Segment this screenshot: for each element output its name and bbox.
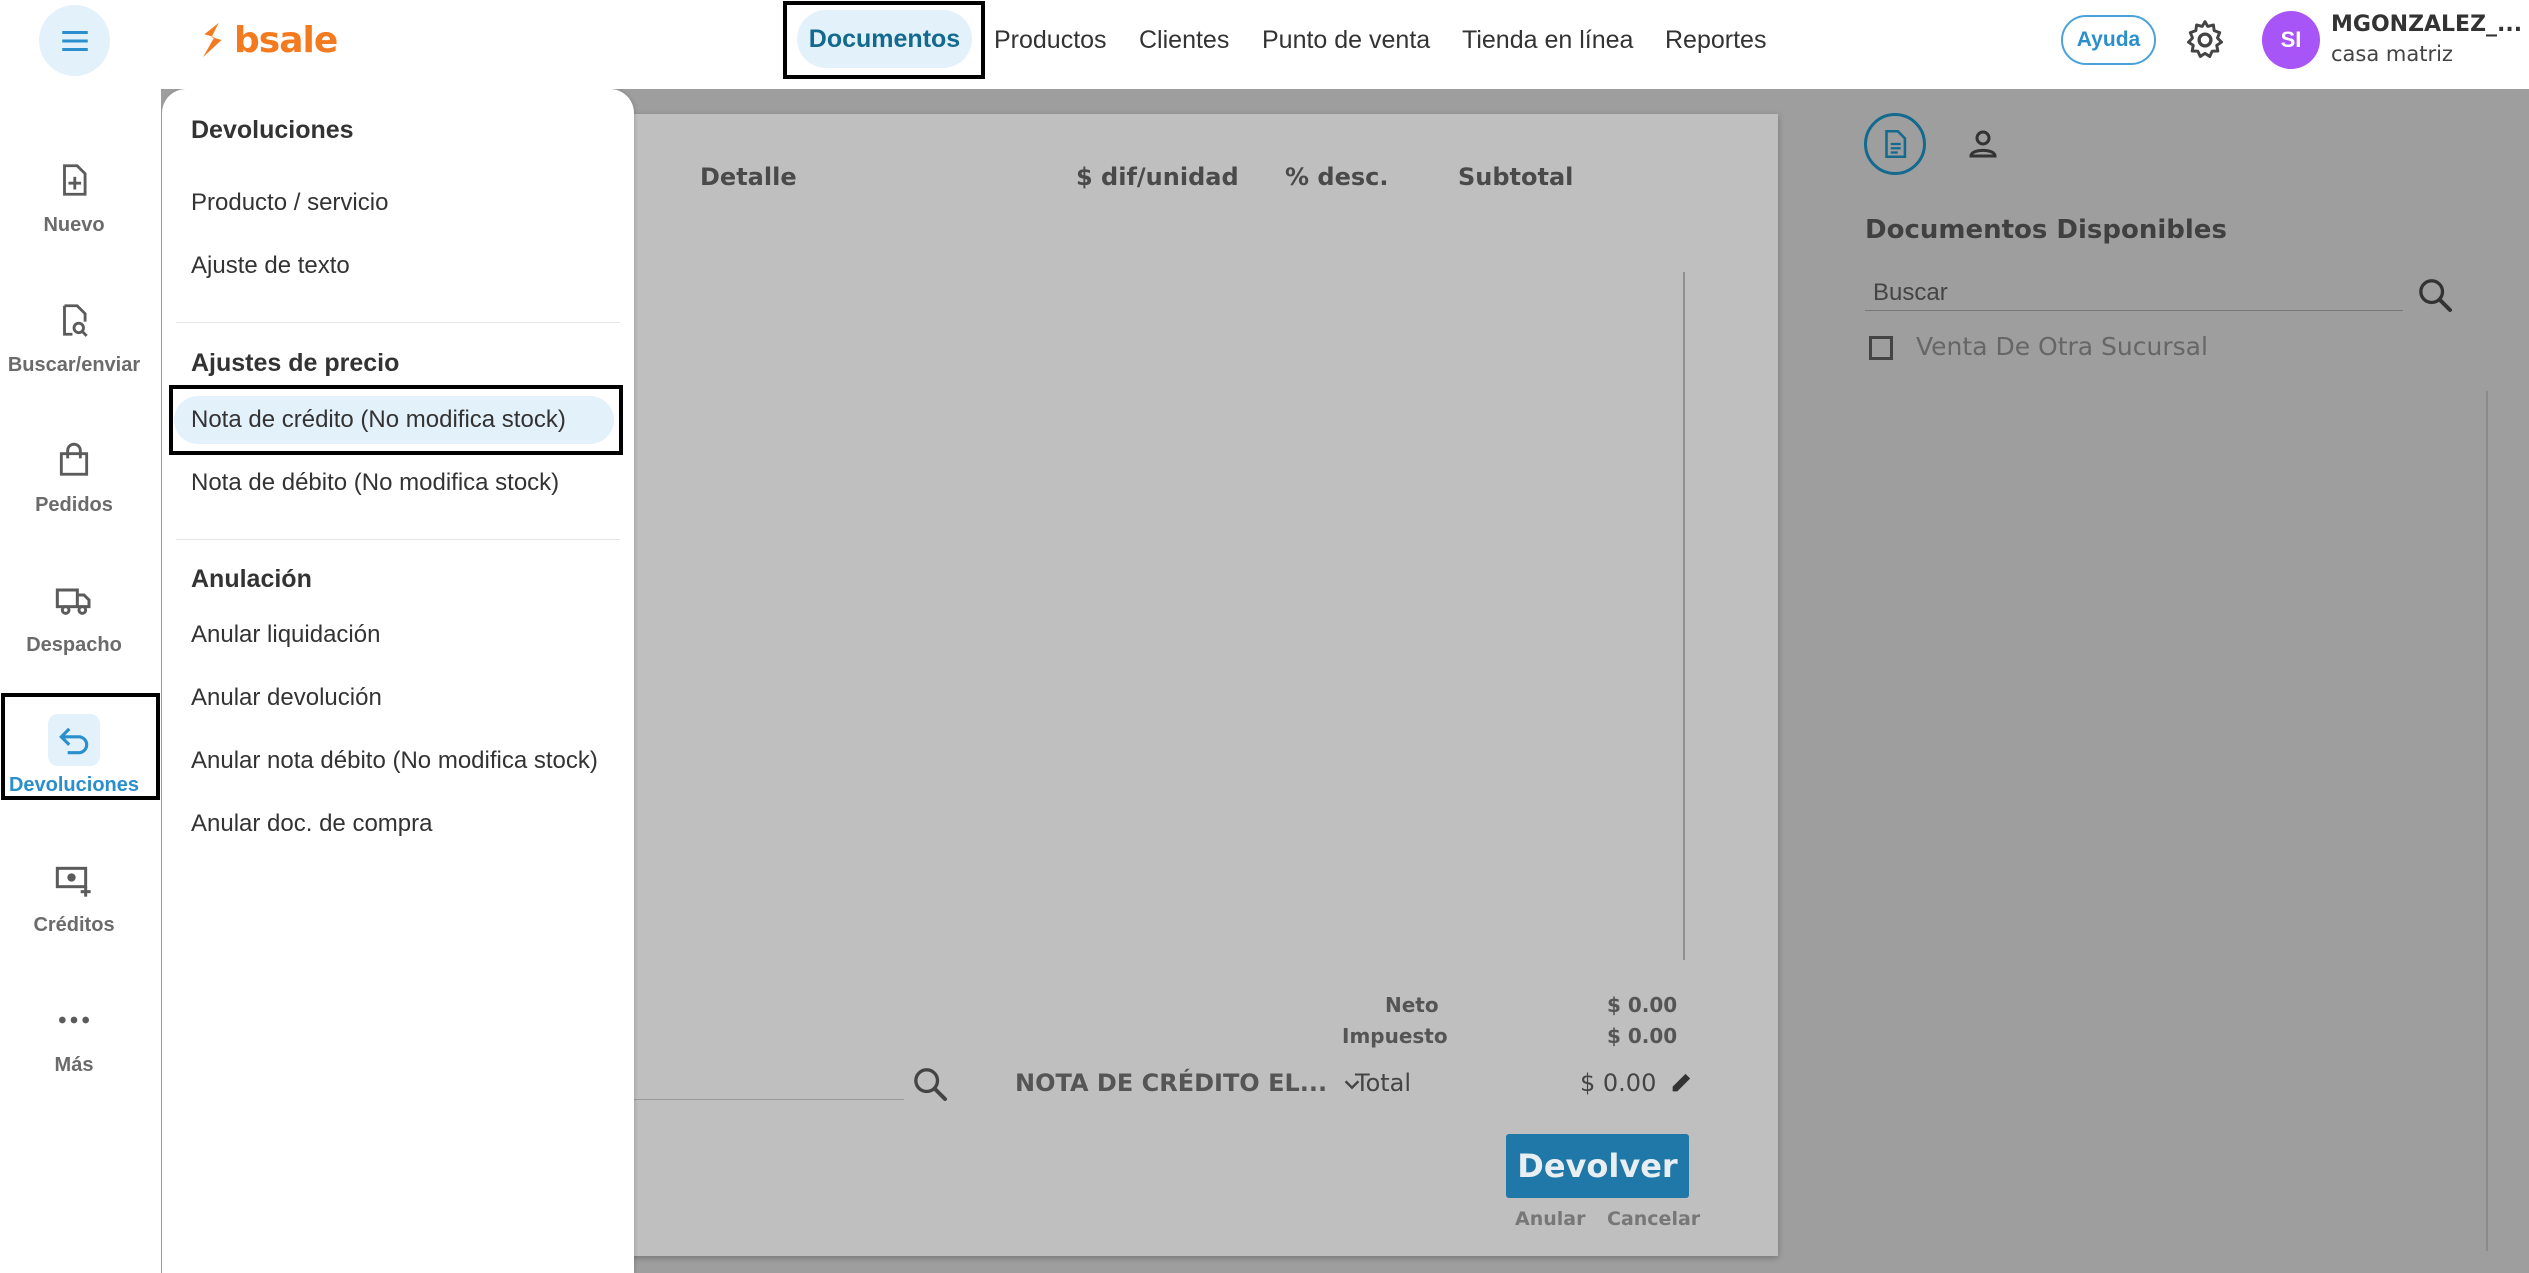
- document-icon: [1885, 129, 1907, 159]
- sidebar-item-label: Nuevo: [43, 214, 105, 236]
- total-value: $ 0.00: [1580, 1069, 1657, 1097]
- menu-item-anular-doc-compra[interactable]: Anular doc. de compra: [191, 800, 432, 848]
- client-search-input[interactable]: [632, 1099, 904, 1100]
- sidebar-item-nuevo[interactable]: Nuevo: [0, 144, 148, 264]
- sidebar-item-label: Buscar/enviar: [7, 354, 141, 376]
- tab-client[interactable]: [1957, 118, 2009, 170]
- column-header-subtotal: Subtotal: [1458, 163, 1574, 191]
- shopping-bag-icon: [59, 442, 89, 476]
- truck-icon: [55, 588, 91, 615]
- sidebar-item-label: Devoluciones: [8, 774, 140, 796]
- help-button[interactable]: Ayuda: [2061, 15, 2156, 65]
- other-branch-label: Venta De Otra Sucursal: [1916, 332, 2208, 361]
- menu-item-nota-credito[interactable]: Nota de crédito (No modifica stock): [174, 396, 614, 444]
- menu-item-nota-debito[interactable]: Nota de débito (No modifica stock): [191, 459, 559, 507]
- section-title-anulacion: Anulación: [191, 565, 312, 593]
- menu-button[interactable]: [39, 5, 110, 76]
- pencil-icon[interactable]: [1668, 1068, 1696, 1096]
- menu-item-anular-devolucion[interactable]: Anular devolución: [191, 674, 382, 722]
- file-plus-icon: [63, 164, 87, 196]
- table-divider: [1683, 272, 1685, 960]
- hamburger-icon: [61, 30, 88, 51]
- devoluciones-dropdown: Devoluciones Producto / servicio Ajuste …: [162, 89, 634, 1273]
- neto-label: Neto: [1385, 993, 1439, 1017]
- anular-link[interactable]: Anular: [1515, 1208, 1585, 1230]
- document-type-label: NOTA DE CRÉDITO EL...: [1015, 1069, 1328, 1097]
- divider: [176, 539, 620, 540]
- tab-clientes[interactable]: Clientes: [1139, 20, 1229, 60]
- column-header-dif-unidad: $ dif/unidad: [1076, 163, 1239, 191]
- menu-item-producto-servicio[interactable]: Producto / servicio: [191, 179, 388, 227]
- sidebar-item-creditos[interactable]: Créditos: [0, 844, 148, 964]
- menu-item-ajuste-texto[interactable]: Ajuste de texto: [191, 242, 350, 290]
- section-title-ajustes-precio: Ajustes de precio: [191, 349, 400, 377]
- tab-productos[interactable]: Productos: [994, 20, 1107, 60]
- person-icon: [1969, 130, 1997, 158]
- user-branch: casa matriz: [2331, 42, 2453, 66]
- other-branch-checkbox[interactable]: [1869, 336, 1893, 360]
- top-header: bsale Documentos Productos Clientes Punt…: [0, 0, 2529, 89]
- search-icon[interactable]: [910, 1064, 950, 1104]
- tab-punto-de-venta[interactable]: Punto de venta: [1262, 20, 1430, 60]
- sidebar-item-mas[interactable]: Más: [0, 984, 148, 1104]
- gear-icon[interactable]: [2183, 18, 2227, 62]
- user-name[interactable]: MGONZALEZ_...: [2331, 12, 2522, 37]
- sidebar-item-label: Despacho: [26, 634, 122, 656]
- tab-documentos[interactable]: Documentos: [797, 10, 972, 68]
- search-icon[interactable]: [2415, 275, 2455, 315]
- tab-reportes[interactable]: Reportes: [1665, 20, 1766, 60]
- file-search-icon: [63, 304, 88, 337]
- sidebar-item-label: Créditos: [33, 914, 115, 936]
- column-header-detalle: Detalle: [700, 163, 797, 191]
- bsale-logo-icon: [203, 22, 222, 58]
- scrollbar-track[interactable]: [2486, 391, 2488, 1251]
- cash-plus-icon: [55, 866, 91, 897]
- available-documents-title: Documentos Disponibles: [1865, 215, 2227, 245]
- devolver-button[interactable]: Devolver: [1506, 1134, 1689, 1198]
- impuesto-label: Impuesto: [1342, 1024, 1448, 1048]
- return-arrow-icon: [59, 727, 89, 755]
- sidebar-item-label: Más: [54, 1054, 94, 1076]
- tab-documents[interactable]: [1864, 113, 1926, 175]
- sidebar-item-despacho[interactable]: Despacho: [0, 564, 148, 684]
- document-type-select[interactable]: NOTA DE CRÉDITO EL...: [1015, 1069, 1363, 1097]
- sidebar-item-label: Pedidos: [35, 494, 113, 516]
- menu-item-anular-liquidacion[interactable]: Anular liquidación: [191, 611, 380, 659]
- documents-search-input[interactable]: Buscar: [1865, 275, 2403, 311]
- impuesto-value: $ 0.00: [1607, 1024, 1678, 1048]
- divider: [176, 322, 620, 323]
- brand-name: bsale: [234, 19, 338, 61]
- more-dots-icon: [59, 1016, 89, 1024]
- section-title-devoluciones: Devoluciones: [191, 116, 354, 144]
- neto-value: $ 0.00: [1607, 993, 1678, 1017]
- cancelar-link[interactable]: Cancelar: [1607, 1208, 1700, 1230]
- avatar[interactable]: SI: [2262, 11, 2320, 69]
- menu-item-anular-nota-debito[interactable]: Anular nota débito (No modifica stock): [191, 737, 598, 785]
- left-sidebar: Nuevo Buscar/enviar Pedidos Despacho Dev…: [0, 89, 161, 1273]
- sidebar-item-devoluciones[interactable]: Devoluciones: [0, 704, 148, 824]
- tab-tienda-en-linea[interactable]: Tienda en línea: [1462, 20, 1633, 60]
- sidebar-item-buscar-enviar[interactable]: Buscar/enviar: [0, 284, 148, 404]
- sidebar-item-pedidos[interactable]: Pedidos: [0, 424, 148, 544]
- brand-logo[interactable]: bsale: [198, 16, 338, 64]
- total-label: Total: [1355, 1069, 1412, 1097]
- column-header-desc: % desc.: [1285, 163, 1389, 191]
